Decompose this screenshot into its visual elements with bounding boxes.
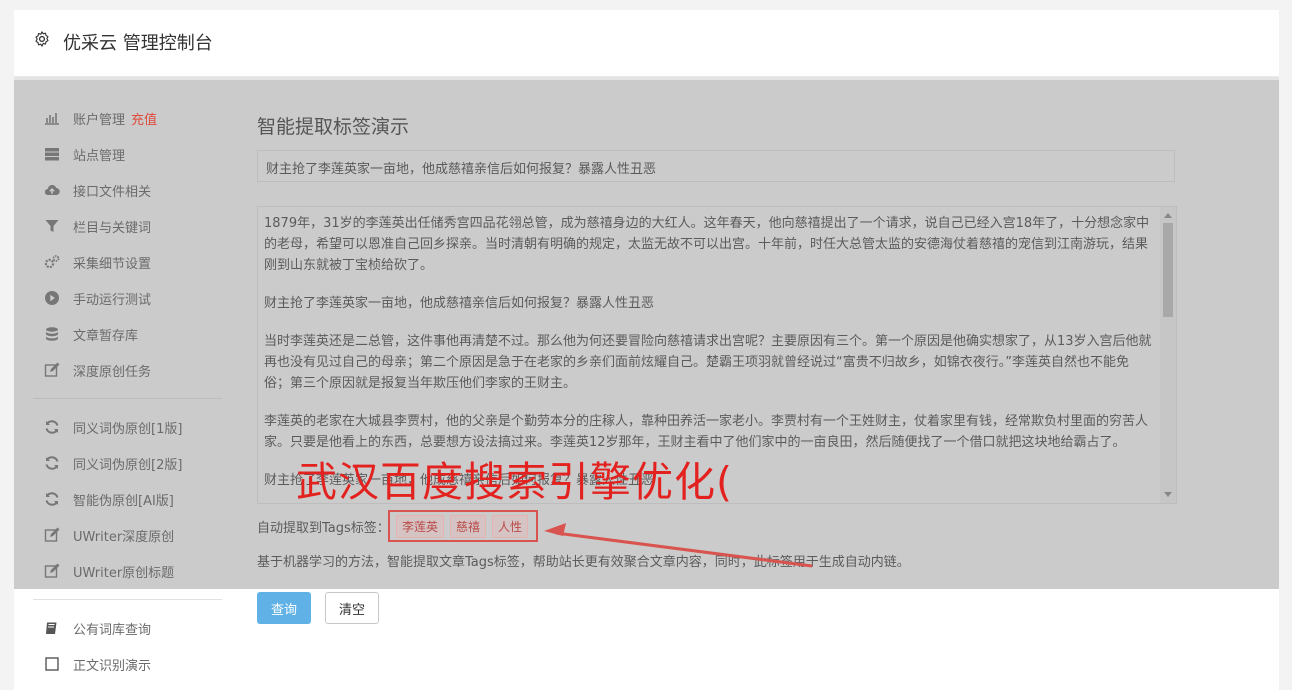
play-circle-icon: [45, 291, 59, 305]
content-scrollbar[interactable]: [1160, 207, 1176, 503]
sidebar-item-label: 栏目与关键词: [73, 220, 152, 236]
filter-icon: [45, 220, 59, 232]
sidebar-item-label: UWriter深度原创: [73, 529, 175, 545]
sidebar-item-manual-run[interactable]: 手动运行测试: [44, 288, 151, 308]
square-icon: [45, 657, 59, 671]
book-icon: [46, 622, 57, 634]
page-title: 智能提取标签演示: [257, 116, 410, 138]
refresh-icon: [45, 492, 59, 506]
sidebar-item-collect-settings[interactable]: 采集细节设置: [44, 252, 151, 272]
database-icon: [46, 327, 58, 341]
sidebar-item-label: 文章暂存库: [73, 328, 139, 344]
edit-icon: [44, 527, 60, 542]
tag-badge: 慈禧: [450, 514, 487, 538]
content-paragraph: 当时李莲英还是二总管，这件事他再清楚不过。那么他为何还要冒险向慈禧请求出宫呢？主…: [264, 334, 1152, 391]
sidebar-item-label: 同义词伪原创[1版]: [73, 421, 183, 437]
refresh-icon: [45, 420, 59, 434]
sidebar-item-label: 深度原创任务: [73, 364, 152, 380]
gear-icon: [35, 31, 49, 47]
header-bar: 优采云 管理控制台: [14, 10, 1279, 77]
sidebar-item-label: 智能伪原创[AI版]: [73, 493, 174, 509]
sidebar-item-columns-keywords[interactable]: 栏目与关键词: [44, 216, 151, 236]
sidebar-item-synonym-v1[interactable]: 同义词伪原创[1版]: [44, 417, 182, 437]
sidebar-item-sites[interactable]: 站点管理: [44, 144, 125, 164]
edit-icon: [44, 563, 60, 578]
overlay-top-edge: [14, 77, 1279, 80]
recharge-link[interactable]: 充值: [131, 109, 157, 128]
sidebar-item-label: 接口文件相关: [73, 184, 152, 200]
scroll-up-arrow-icon[interactable]: [1164, 213, 1172, 218]
scroll-thumb[interactable]: [1163, 223, 1173, 317]
content-paragraph: 1879年，31岁的李莲英出任储秀宫四品花翎总管，成为慈禧身边的大红人。这年春天…: [264, 216, 1150, 273]
sidebar-item-deep-original-tasks[interactable]: 深度原创任务: [44, 360, 151, 380]
sidebar-item-api-files[interactable]: 接口文件相关: [44, 180, 151, 200]
cloud-upload-icon: [44, 185, 60, 196]
tag-badge: 李莲英: [396, 514, 445, 538]
sidebar-item-label: UWriter原创标题: [73, 565, 175, 581]
sidebar-item-uwriter-title[interactable]: UWriter原创标题: [44, 561, 174, 581]
gears-icon: [44, 255, 60, 269]
refresh-icon: [45, 456, 59, 470]
app-title: 优采云 管理控制台: [63, 33, 213, 54]
sidebar-item-article-storage[interactable]: 文章暂存库: [44, 324, 138, 344]
sidebar-item-label: 公有词库查询: [73, 622, 152, 638]
sidebar-item-label: 同义词伪原创[2版]: [73, 457, 183, 473]
sidebar-item-label: 手动运行测试: [73, 292, 152, 308]
server-icon: [45, 148, 59, 161]
bar-chart-icon: [45, 113, 59, 125]
sidebar-item-label: 账户管理: [73, 112, 126, 128]
tag-badge: 人性: [492, 514, 529, 538]
sidebar-item-label: 站点管理: [73, 148, 126, 164]
sidebar-divider: [33, 599, 222, 600]
content-paragraph: 李莲英的老家在大城县李贾村，他的父亲是个勤劳本分的庄稼人，靠种田养活一家老小。李…: [264, 414, 1149, 450]
feature-description: 基于机器学习的方法，智能提取文章Tags标签，帮助站长更有效聚合文章内容，同时，…: [257, 555, 910, 570]
sidebar-item-synonym-v2[interactable]: 同义词伪原创[2版]: [44, 453, 182, 473]
sidebar-item-label: 正文识别演示: [73, 658, 152, 674]
sidebar-item-ai-rewrite[interactable]: 智能伪原创[AI版]: [44, 489, 174, 509]
tags-highlight-box: 李莲英 慈禧 人性: [388, 510, 538, 542]
sidebar-item-public-dictionary[interactable]: 公有词库查询: [44, 618, 151, 638]
sidebar-item-text-recognition[interactable]: 正文识别演示: [44, 654, 151, 674]
sidebar-item-account[interactable]: 账户管理 充值: [44, 108, 157, 128]
lower-panel: [14, 589, 1279, 669]
query-button[interactable]: 查询: [257, 592, 311, 624]
scroll-down-arrow-icon[interactable]: [1164, 492, 1172, 497]
article-title-input[interactable]: 财主抢了李莲英家一亩地，他成慈禧亲信后如何报复？暴露人性丑恶: [257, 150, 1175, 182]
clear-button[interactable]: 清空: [325, 592, 379, 624]
tags-label: 自动提取到Tags标签：: [257, 521, 390, 536]
watermark-text: 武汉百度搜索引擎优化(: [296, 458, 733, 506]
sidebar-item-uwriter-deep[interactable]: UWriter深度原创: [44, 525, 174, 545]
content-paragraph: 财主抢了李莲英家一亩地，他成慈禧亲信后如何报复？暴露人性丑恶: [264, 296, 655, 311]
sidebar-item-label: 采集细节设置: [73, 256, 152, 272]
sidebar-divider: [33, 398, 222, 399]
edit-icon: [44, 362, 60, 377]
